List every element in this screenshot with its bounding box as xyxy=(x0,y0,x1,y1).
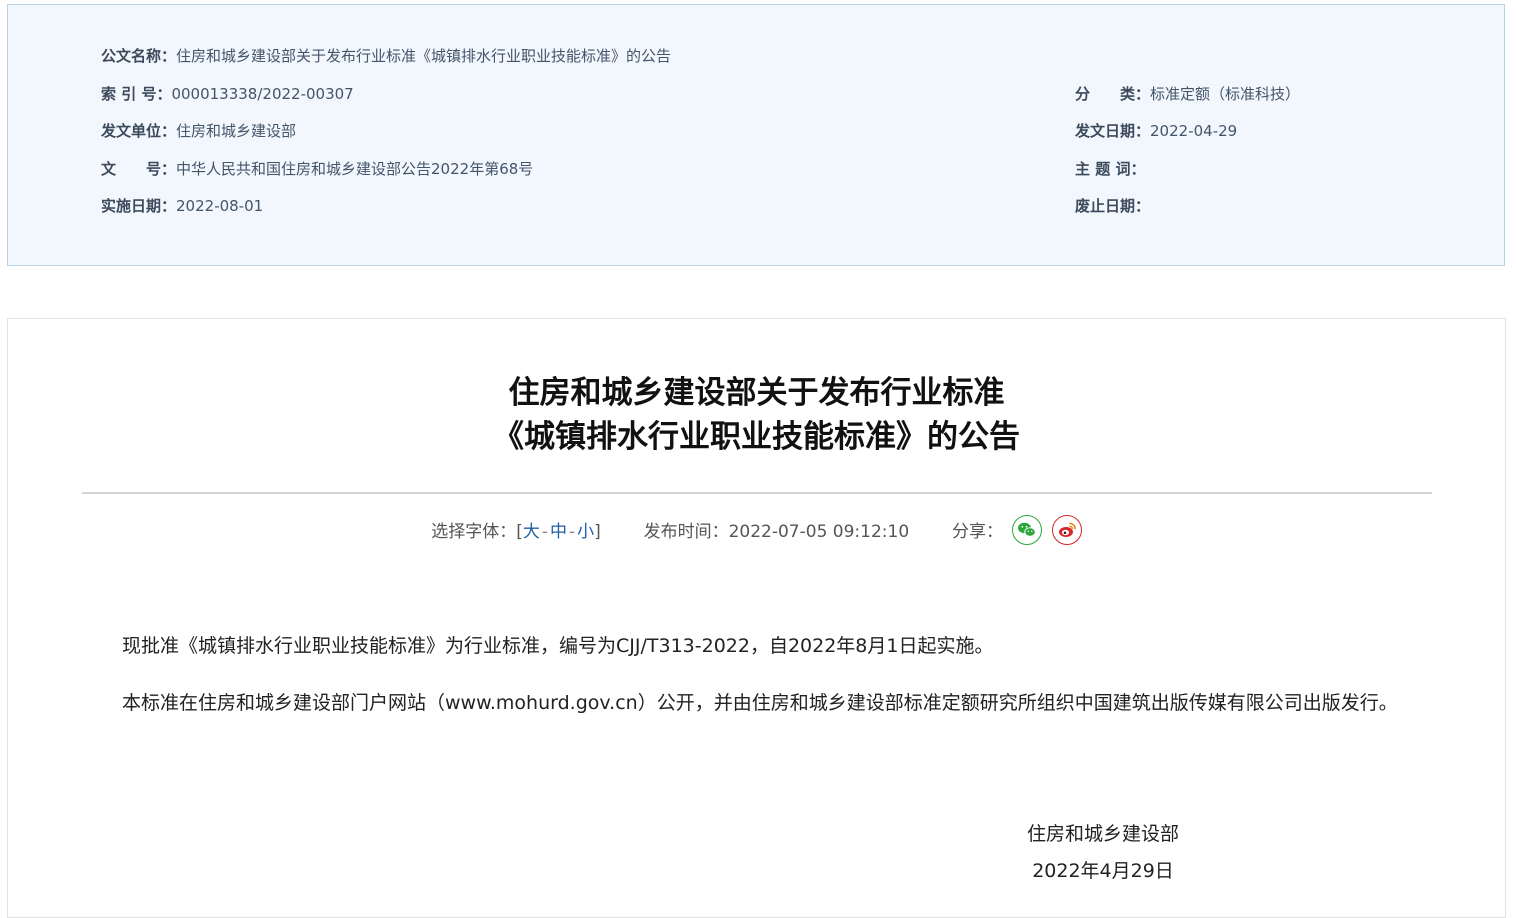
font-large-button[interactable]: 大 xyxy=(523,522,540,542)
font-separator: - xyxy=(569,522,576,542)
meta-doc-title-value: 住房和城乡建设部关于发布行业标准《城镇排水行业职业技能标准》的公告 xyxy=(176,47,672,65)
font-select-label: 选择字体：[ xyxy=(431,522,523,542)
meta-index-number: 索 引 号：000013338/2022-00307 xyxy=(101,84,354,104)
meta-category: 分 类：标准定额（标准科技） xyxy=(1075,84,1300,104)
meta-category-value: 标准定额（标准科技） xyxy=(1150,85,1301,103)
meta-issuer: 发文单位：住房和城乡建设部 xyxy=(101,121,296,141)
article-toolbar: 选择字体：[大 - 中 - 小] 发布时间：2022-07-05 09:12:10 分享… xyxy=(8,515,1505,547)
meta-effective-date-value: 2022-08-01 xyxy=(176,197,264,215)
meta-expiry-date-label: 废止日期： xyxy=(1075,197,1151,215)
meta-doc-number-label: 文 号： xyxy=(101,160,177,178)
article-title-line-1: 住房和城乡建设部关于发布行业标准 xyxy=(508,375,1005,411)
meta-issuer-label: 发文单位： xyxy=(101,122,177,140)
font-select-end: ] xyxy=(594,522,601,542)
article-title-line-2: 《城镇排水行业职业技能标准》的公告 xyxy=(493,419,1020,455)
meta-issue-date-value: 2022-04-29 xyxy=(1150,122,1238,140)
signature-organization: 住房和城乡建设部 xyxy=(1026,823,1179,845)
meta-doc-number: 文 号：中华人民共和国住房和城乡建设部公告2022年第68号 xyxy=(101,159,533,179)
wechat-icon[interactable] xyxy=(1012,515,1043,545)
meta-effective-date-label: 实施日期： xyxy=(101,197,177,215)
meta-keywords: 主 题 词： xyxy=(1075,159,1145,179)
title-divider xyxy=(82,492,1432,494)
font-small-button[interactable]: 小 xyxy=(577,522,594,542)
article-panel: 住房和城乡建设部关于发布行业标准 《城镇排水行业职业技能标准》的公告 选择字体：… xyxy=(7,318,1506,918)
meta-doc-number-value: 中华人民共和国住房和城乡建设部公告2022年第68号 xyxy=(176,160,534,178)
meta-index-label: 索 引 号： xyxy=(101,85,172,103)
meta-effective-date: 实施日期：2022-08-01 xyxy=(101,196,263,216)
weibo-icon[interactable] xyxy=(1051,515,1082,545)
font-medium-button[interactable]: 中 xyxy=(550,522,567,542)
meta-expiry-date: 废止日期： xyxy=(1075,196,1150,216)
signature-date: 2022年4月29日 xyxy=(1032,860,1174,882)
meta-keywords-label: 主 题 词： xyxy=(1075,160,1146,178)
publish-time-value: 2022-07-05 09:12:10 xyxy=(728,522,910,542)
article-title: 住房和城乡建设部关于发布行业标准 《城镇排水行业职业技能标准》的公告 xyxy=(8,371,1505,459)
meta-index-value: 000013338/2022-00307 xyxy=(171,85,354,103)
article-paragraph-2: 本标准在住房和城乡建设部门户网站（www.mohurd.gov.cn）公开，并由… xyxy=(122,692,1398,714)
document-metadata-panel: 公文名称：住房和城乡建设部关于发布行业标准《城镇排水行业职业技能标准》的公告 索… xyxy=(7,4,1505,266)
article-paragraph-1: 现批准《城镇排水行业职业技能标准》为行业标准，编号为CJJ/T313-2022，… xyxy=(122,635,994,657)
meta-issue-date: 发文日期：2022-04-29 xyxy=(1075,121,1237,141)
meta-category-label: 分 类： xyxy=(1075,85,1151,103)
meta-doc-title-label: 公文名称： xyxy=(101,47,177,65)
meta-issue-date-label: 发文日期： xyxy=(1075,122,1151,140)
meta-doc-title: 公文名称：住房和城乡建设部关于发布行业标准《城镇排水行业职业技能标准》的公告 xyxy=(101,46,671,66)
share-label: 分享： xyxy=(951,522,1003,542)
publish-time-label: 发布时间： xyxy=(643,522,729,542)
font-separator: - xyxy=(541,522,548,542)
meta-issuer-value: 住房和城乡建设部 xyxy=(176,122,297,140)
